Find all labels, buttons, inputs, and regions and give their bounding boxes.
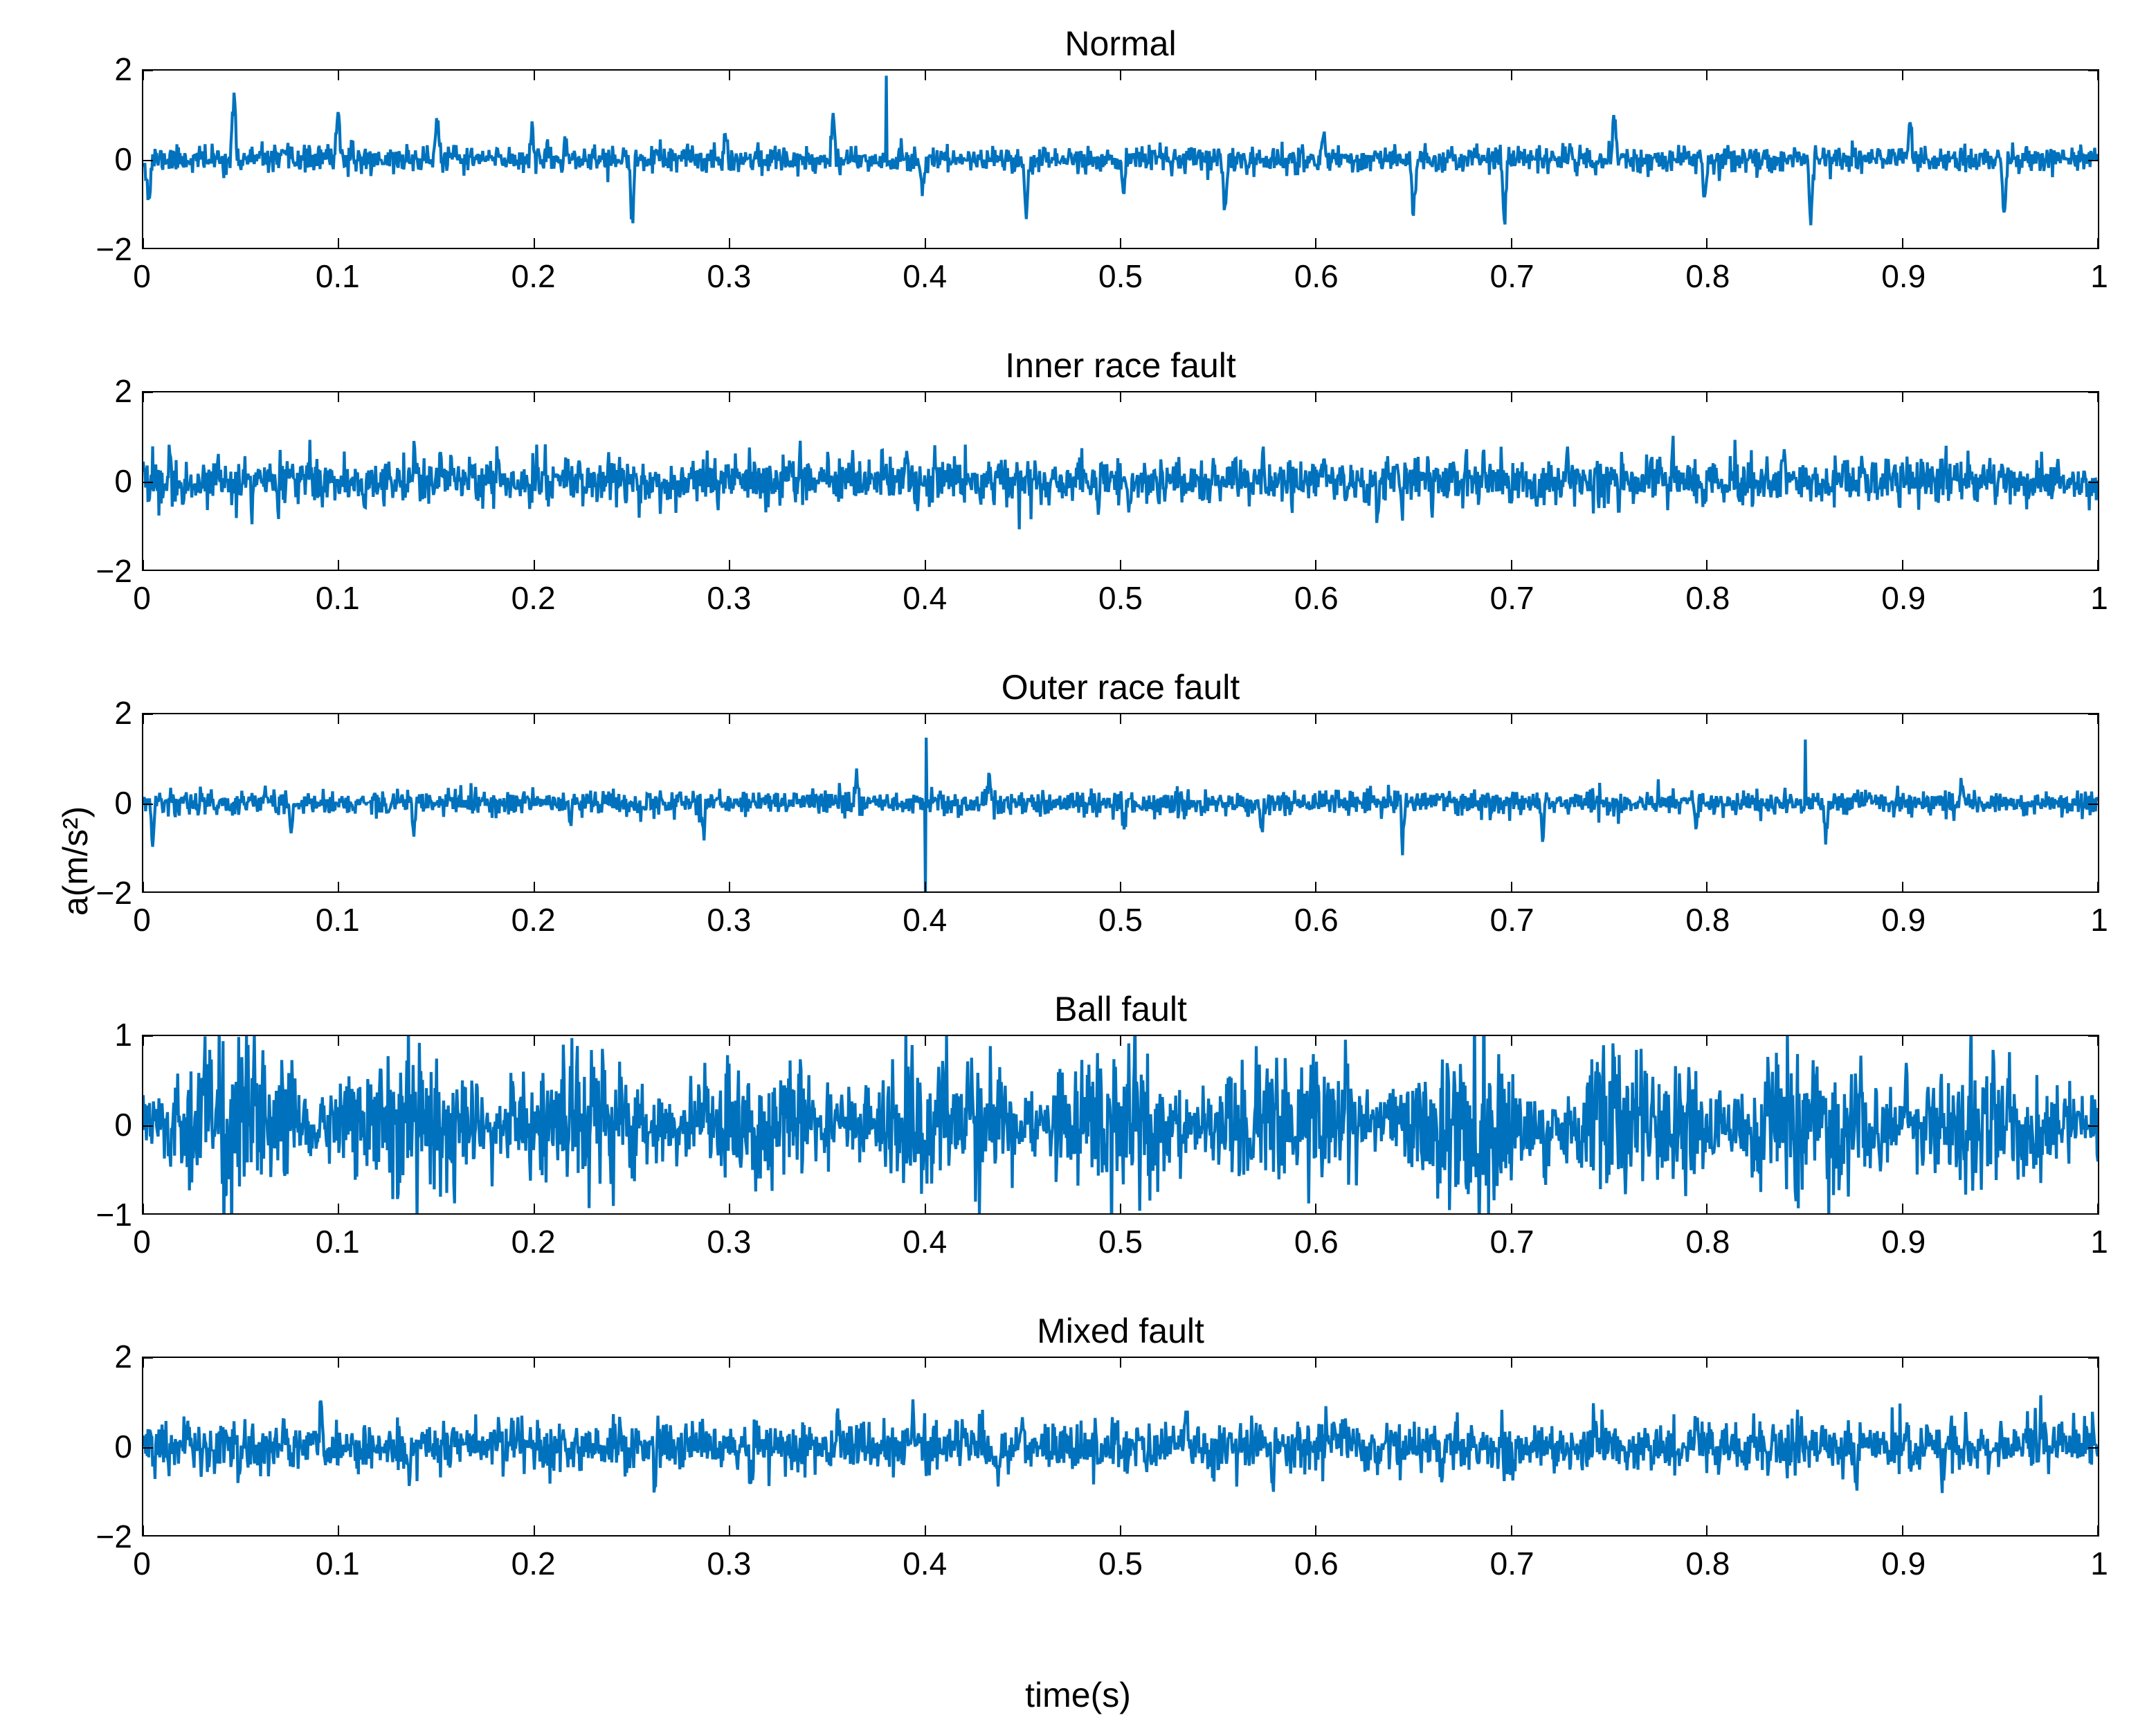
xtick-label: 0.1 xyxy=(316,1537,360,1582)
xtick-label: 0.7 xyxy=(1490,249,1534,295)
ytick-label: 0 xyxy=(114,1428,142,1465)
xtick-label: 0.4 xyxy=(903,249,947,295)
subplot-normal: Normal −20200.10.20.30.40.50.60.70.80.91 xyxy=(142,69,2099,249)
xtick-label: 0.3 xyxy=(707,249,751,295)
xtick-label: 1 xyxy=(2090,1537,2108,1582)
xtick-label: 0.7 xyxy=(1490,1537,1534,1582)
xtick-label: 0.9 xyxy=(1881,893,1926,939)
xtick-label: 0 xyxy=(133,1537,151,1582)
figure: a(m/s²) time(s) Normal −20200.10.20.30.4… xyxy=(0,0,2156,1722)
subplot-title: Inner race fault xyxy=(142,345,2099,386)
subplot-title: Mixed fault xyxy=(142,1311,2099,1351)
subplot-outer-race-fault: Outer race fault −20200.10.20.30.40.50.6… xyxy=(142,713,2099,893)
axes xyxy=(142,69,2099,249)
subplot-mixed-fault: Mixed fault −20200.10.20.30.40.50.60.70.… xyxy=(142,1357,2099,1537)
xtick-label: 0.4 xyxy=(903,893,947,939)
axes xyxy=(142,1357,2099,1537)
xtick-label: 0.8 xyxy=(1685,249,1730,295)
xtick-label: 0.6 xyxy=(1294,571,1339,617)
xtick-label: 0.4 xyxy=(903,1215,947,1260)
xtick-label: 0.8 xyxy=(1685,893,1730,939)
ytick-label: 0 xyxy=(114,462,142,500)
ytick-label: 0 xyxy=(114,1106,142,1143)
xtick-label: 0.5 xyxy=(1098,893,1143,939)
xtick-label: 0.2 xyxy=(511,1215,556,1260)
xtick-label: 0.6 xyxy=(1294,893,1339,939)
subplot-inner-race-fault: Inner race fault −20200.10.20.30.40.50.6… xyxy=(142,391,2099,571)
xtick-label: 1 xyxy=(2090,893,2108,939)
subplot-title: Normal xyxy=(142,24,2099,64)
xtick-label: 0.8 xyxy=(1685,1215,1730,1260)
xtick-label: 0 xyxy=(133,571,151,617)
xtick-label: 0.3 xyxy=(707,1537,751,1582)
y-axis-label: a(m/s²) xyxy=(55,806,96,916)
xtick-label: 0.4 xyxy=(903,1537,947,1582)
ytick-label: 2 xyxy=(114,372,142,410)
xtick-label: 0.3 xyxy=(707,1215,751,1260)
axes xyxy=(142,713,2099,893)
xtick-label: 0.7 xyxy=(1490,1215,1534,1260)
xtick-label: 0.7 xyxy=(1490,893,1534,939)
xtick-label: 0.1 xyxy=(316,1215,360,1260)
xtick-label: 0.2 xyxy=(511,571,556,617)
xtick-label: 1 xyxy=(2090,249,2108,295)
xtick-label: 0.6 xyxy=(1294,249,1339,295)
ytick-label: 0 xyxy=(114,784,142,822)
xtick-label: 0.9 xyxy=(1881,571,1926,617)
xtick-label: 0.7 xyxy=(1490,571,1534,617)
xtick-label: 0 xyxy=(133,893,151,939)
xtick-label: 0.8 xyxy=(1685,571,1730,617)
xtick-label: 0.5 xyxy=(1098,1537,1143,1582)
xtick-label: 0.5 xyxy=(1098,249,1143,295)
xtick-label: 0.6 xyxy=(1294,1215,1339,1260)
ytick-label: 2 xyxy=(114,51,142,88)
xtick-label: 0.1 xyxy=(316,249,360,295)
xtick-label: 0.5 xyxy=(1098,1215,1143,1260)
xtick-label: 1 xyxy=(2090,1215,2108,1260)
xtick-label: 0.6 xyxy=(1294,1537,1339,1582)
axes xyxy=(142,1035,2099,1215)
xtick-label: 0.1 xyxy=(316,893,360,939)
subplot-title: Outer race fault xyxy=(142,667,2099,707)
xtick-label: 0.4 xyxy=(903,571,947,617)
xtick-label: 0.9 xyxy=(1881,1537,1926,1582)
xtick-label: 0.5 xyxy=(1098,571,1143,617)
xtick-label: 0.1 xyxy=(316,571,360,617)
xtick-label: 0.9 xyxy=(1881,249,1926,295)
xtick-label: 0.3 xyxy=(707,893,751,939)
subplot-title: Ball fault xyxy=(142,989,2099,1029)
subplot-ball-fault: Ball fault −10100.10.20.30.40.50.60.70.8… xyxy=(142,1035,2099,1215)
xtick-label: 0.8 xyxy=(1685,1537,1730,1582)
xtick-label: 0 xyxy=(133,1215,151,1260)
axes xyxy=(142,391,2099,571)
xtick-label: 0.3 xyxy=(707,571,751,617)
xtick-label: 0.2 xyxy=(511,1537,556,1582)
xtick-label: 0.9 xyxy=(1881,1215,1926,1260)
ytick-label: 1 xyxy=(114,1016,142,1053)
xtick-label: 0 xyxy=(133,249,151,295)
xtick-label: 1 xyxy=(2090,571,2108,617)
ytick-label: 2 xyxy=(114,1338,142,1375)
xtick-label: 0.2 xyxy=(511,249,556,295)
xtick-label: 0.2 xyxy=(511,893,556,939)
x-axis-label: time(s) xyxy=(0,1675,2156,1715)
ytick-label: 2 xyxy=(114,694,142,732)
ytick-label: 0 xyxy=(114,141,142,178)
